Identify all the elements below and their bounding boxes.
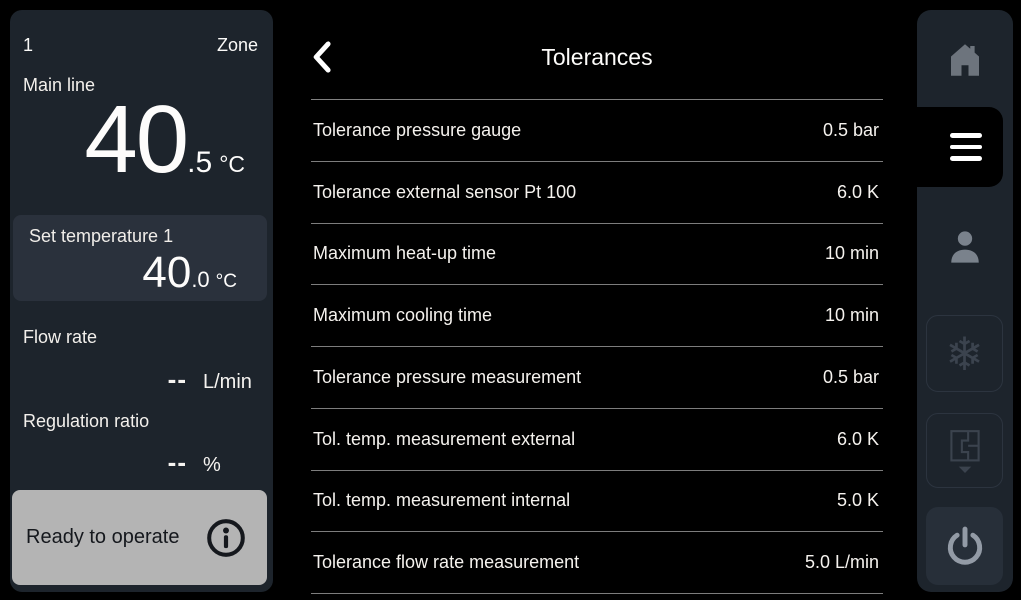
- table-row[interactable]: Tolerance flow rate measurement 5.0 L/mi…: [311, 532, 883, 594]
- set-temperature-decimal: .0: [191, 267, 209, 293]
- home-icon: [944, 39, 986, 81]
- tolerances-list: Tolerance pressure gauge 0.5 bar Toleran…: [311, 100, 883, 594]
- table-row[interactable]: Maximum heat-up time 10 min: [311, 224, 883, 286]
- set-temperature-card[interactable]: Set temperature 1 40 .0 °C: [13, 215, 267, 301]
- main-temperature-unit: °C: [219, 151, 245, 178]
- flow-rate-unit: L/min: [203, 371, 265, 394]
- regulation-ratio-value-row: -- %: [22, 447, 265, 478]
- row-value: 0.5 bar: [823, 120, 883, 141]
- row-label: Tol. temp. measurement internal: [311, 490, 570, 511]
- row-value: 6.0 K: [837, 182, 883, 203]
- tolerances-page: Tolerances Tolerance pressure gauge 0.5 …: [311, 0, 883, 600]
- sidebar-item-home[interactable]: [917, 10, 1013, 110]
- table-row[interactable]: Tolerance pressure gauge 0.5 bar: [311, 100, 883, 162]
- info-icon: [205, 517, 247, 559]
- row-value: 6.0 K: [837, 429, 883, 450]
- regulation-ratio-value: --: [168, 447, 187, 478]
- status-ready-label: Ready to operate: [26, 526, 179, 549]
- table-row[interactable]: Tolerance pressure measurement 0.5 bar: [311, 347, 883, 409]
- row-label: Maximum heat-up time: [311, 243, 496, 264]
- power-button[interactable]: [926, 507, 1003, 585]
- row-value: 10 min: [825, 305, 883, 326]
- set-temperature-label: Set temperature 1: [29, 226, 251, 247]
- main-temperature-integer: 40: [84, 92, 187, 188]
- flow-rate-label: Flow rate: [23, 324, 97, 350]
- row-label: Maximum cooling time: [311, 305, 492, 326]
- hmi-screen: 1 Zone Main line 40 .5 °C Set temperatur…: [0, 0, 1021, 600]
- set-temperature-value: 40 .0 °C: [29, 251, 251, 295]
- table-row[interactable]: Maximum cooling time 10 min: [311, 285, 883, 347]
- menu-icon: [950, 133, 982, 161]
- page-header: Tolerances: [311, 0, 883, 100]
- row-value: 5.0 L/min: [805, 552, 883, 573]
- table-row[interactable]: Tolerance external sensor Pt 100 6.0 K: [311, 162, 883, 224]
- flow-rate-value-row: -- L/min: [22, 364, 265, 395]
- row-value: 10 min: [825, 243, 883, 264]
- flow-rate-value: --: [168, 364, 187, 395]
- row-label: Tolerance flow rate measurement: [311, 552, 579, 573]
- row-value: 5.0 K: [837, 490, 883, 511]
- set-temperature-unit: °C: [216, 271, 237, 293]
- page-title: Tolerances: [311, 44, 883, 71]
- snowflake-icon: ❄: [945, 331, 984, 377]
- user-icon: [943, 225, 987, 269]
- zone-panel: 1 Zone Main line 40 .5 °C Set temperatur…: [10, 10, 273, 592]
- row-value: 0.5 bar: [823, 367, 883, 388]
- row-label: Tol. temp. measurement external: [311, 429, 575, 450]
- zone-number: 1: [23, 32, 33, 58]
- set-temperature-integer: 40: [142, 251, 191, 295]
- power-icon: [943, 524, 987, 568]
- main-temperature-display: 40 .5 °C: [84, 92, 245, 188]
- mold-drain-button[interactable]: [926, 413, 1003, 488]
- mold-drain-icon: [946, 428, 984, 474]
- row-label: Tolerance pressure gauge: [311, 120, 521, 141]
- status-ready-button[interactable]: Ready to operate: [12, 490, 267, 585]
- sidebar: ❄: [917, 10, 1013, 592]
- zone-label: Zone: [217, 32, 258, 58]
- row-label: Tolerance pressure measurement: [311, 367, 581, 388]
- zone-header: 1 Zone: [23, 32, 258, 58]
- sidebar-item-user[interactable]: [917, 202, 1013, 292]
- sidebar-item-menu-active[interactable]: [891, 107, 1003, 187]
- row-label: Tolerance external sensor Pt 100: [311, 182, 576, 203]
- cooling-button[interactable]: ❄: [926, 315, 1003, 392]
- main-temperature-decimal: .5: [187, 146, 212, 180]
- table-row[interactable]: Tol. temp. measurement external 6.0 K: [311, 409, 883, 471]
- regulation-ratio-unit: %: [203, 454, 265, 477]
- regulation-ratio-label: Regulation ratio: [23, 408, 149, 434]
- table-row[interactable]: Tol. temp. measurement internal 5.0 K: [311, 471, 883, 533]
